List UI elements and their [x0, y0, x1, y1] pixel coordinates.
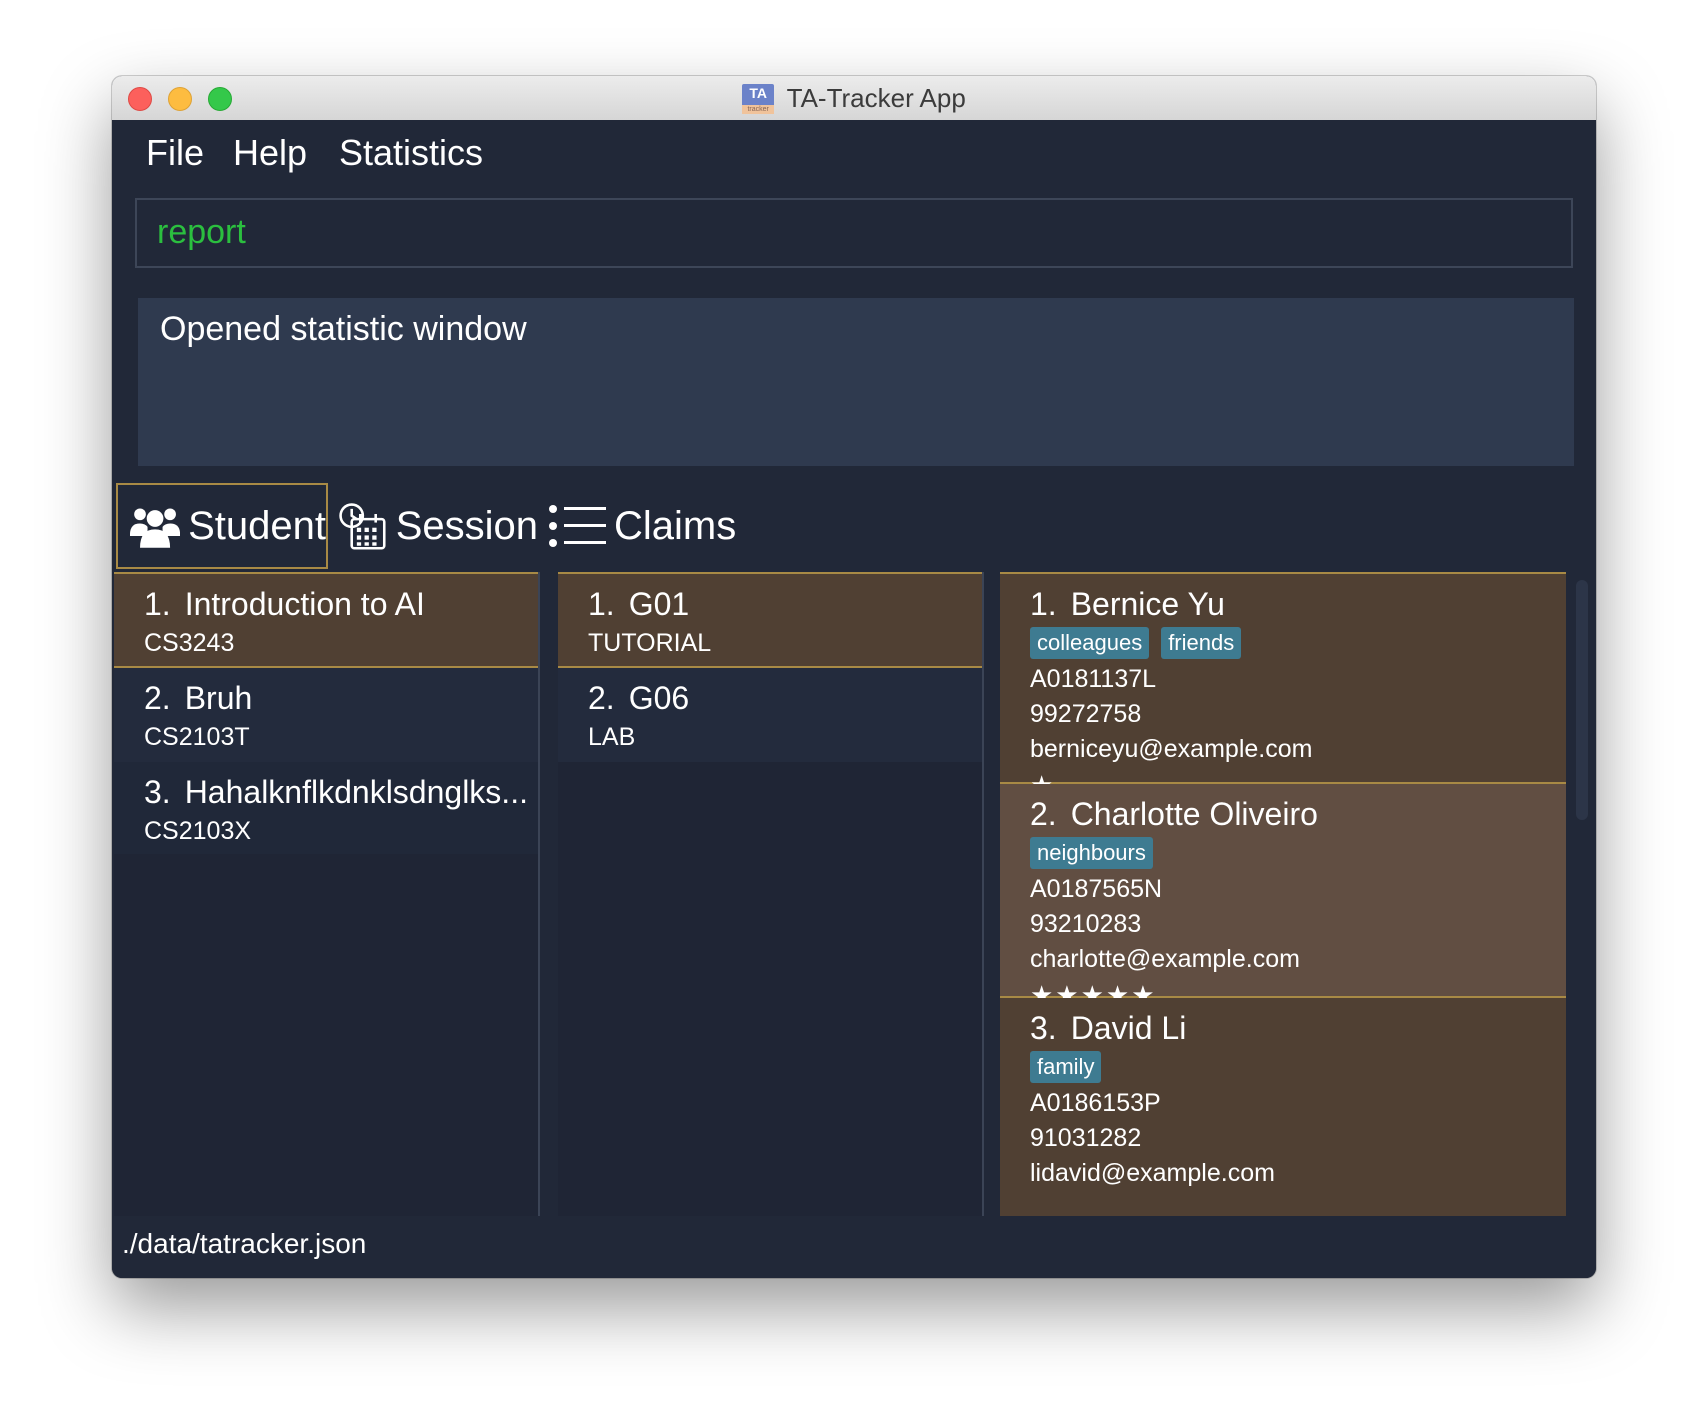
student-name: David Li [1070, 1010, 1187, 1046]
tag: friends [1161, 627, 1242, 659]
app-logo-subtext: tracker [742, 104, 775, 114]
result-display: Opened statistic window [138, 298, 1574, 466]
student-list[interactable]: 1. Bernice Yu colleagues friends A0181137… [1000, 572, 1566, 1216]
clock-calendar-icon [339, 503, 386, 550]
tag-list: colleagues friends [1030, 627, 1566, 659]
users-icon [130, 508, 181, 548]
tag-list: neighbours [1030, 837, 1566, 869]
module-name: Introduction to AI [184, 586, 425, 622]
app-logo-icon: TA tracker [742, 83, 775, 114]
command-input[interactable] [157, 212, 1547, 252]
title-wrap: TA tracker TA-Tracker App [112, 83, 1596, 114]
module-index: 1. [144, 586, 171, 622]
tab-session[interactable]: Session [338, 483, 538, 569]
module-card[interactable]: 2. Bruh CS2103T [114, 668, 538, 762]
student-index: 3. [1030, 1010, 1057, 1046]
tag: neighbours [1030, 837, 1153, 869]
student-card[interactable]: 1. Bernice Yu colleagues friends A0181137… [1000, 572, 1566, 800]
tag: family [1030, 1051, 1102, 1083]
group-card[interactable]: 1. G01 TUTORIAL [558, 572, 982, 668]
module-index: 3. [144, 774, 171, 810]
student-email: lidavid@example.com [1030, 1159, 1275, 1187]
student-card[interactable]: 3. David Li family A0186153P 91031282 lid… [1000, 998, 1566, 1216]
student-email: charlotte@example.com [1030, 945, 1300, 973]
student-list-scrollbar[interactable] [1568, 572, 1596, 1216]
module-list[interactable]: 1. Introduction to AI CS3243 2. Bruh CS210… [114, 572, 540, 1216]
group-index: 2. [588, 680, 615, 716]
group-type: TUTORIAL [588, 629, 712, 657]
result-message: Opened statistic window [160, 310, 527, 348]
tag: colleagues [1030, 627, 1150, 659]
student-phone: 99272758 [1030, 700, 1142, 728]
app-window: TA tracker TA-Tracker App File Help Stat… [112, 76, 1596, 1278]
group-card[interactable]: 2. G06 LAB [558, 668, 982, 762]
student-index: 1. [1030, 586, 1057, 622]
group-name: G01 [628, 586, 690, 622]
menu-file[interactable]: File [146, 132, 204, 174]
student-matric: A0187565N [1030, 875, 1163, 903]
title-bar[interactable]: TA tracker TA-Tracker App [112, 76, 1596, 121]
command-box [135, 198, 1573, 268]
student-card[interactable]: 2. Charlotte Oliveiro neighbours A0187565… [1000, 784, 1566, 1010]
student-index: 2. [1030, 796, 1057, 832]
module-code: CS2103X [144, 817, 252, 845]
tag-list: family [1030, 1051, 1566, 1083]
group-type: LAB [588, 723, 636, 751]
tab-claims-label: Claims [614, 503, 737, 548]
tab-student[interactable]: Student [116, 483, 328, 569]
module-code: CS2103T [144, 723, 250, 751]
module-name: Bruh [184, 680, 253, 716]
menu-statistics[interactable]: Statistics [339, 132, 483, 174]
student-matric: A0186153P [1030, 1089, 1161, 1117]
student-phone: 93210283 [1030, 910, 1142, 938]
student-name: Charlotte Oliveiro [1070, 796, 1318, 832]
status-bar: ./data/tatracker.json [112, 1216, 1596, 1278]
app-logo-text: TA [749, 84, 767, 101]
module-name: Hahalknflkdnklsdnglks... [184, 774, 528, 810]
menu-bar: File Help Statistics [112, 120, 1596, 184]
module-index: 2. [144, 680, 171, 716]
student-name: Bernice Yu [1070, 586, 1225, 622]
group-index: 1. [588, 586, 615, 622]
data-file-path: ./data/tatracker.json [122, 1228, 367, 1259]
scrollbar-thumb[interactable] [1576, 580, 1588, 820]
list-icon [549, 505, 606, 547]
window-title: TA-Tracker App [786, 83, 966, 113]
module-card[interactable]: 3. Hahalknflkdnklsdnglks... CS2103X [114, 762, 538, 854]
menu-help[interactable]: Help [233, 132, 307, 174]
tab-session-label: Session [395, 503, 538, 548]
student-matric: A0181137L [1030, 665, 1157, 693]
group-name: G06 [628, 680, 690, 716]
tab-student-label: Student [188, 503, 326, 548]
student-phone: 91031282 [1030, 1124, 1142, 1152]
module-card[interactable]: 1. Introduction to AI CS3243 [114, 572, 538, 668]
student-email: berniceyu@example.com [1030, 735, 1313, 763]
group-list[interactable]: 1. G01 TUTORIAL 2. G06 LAB [558, 572, 984, 1216]
module-code: CS3243 [144, 629, 235, 657]
tab-claims[interactable]: Claims [548, 483, 738, 569]
